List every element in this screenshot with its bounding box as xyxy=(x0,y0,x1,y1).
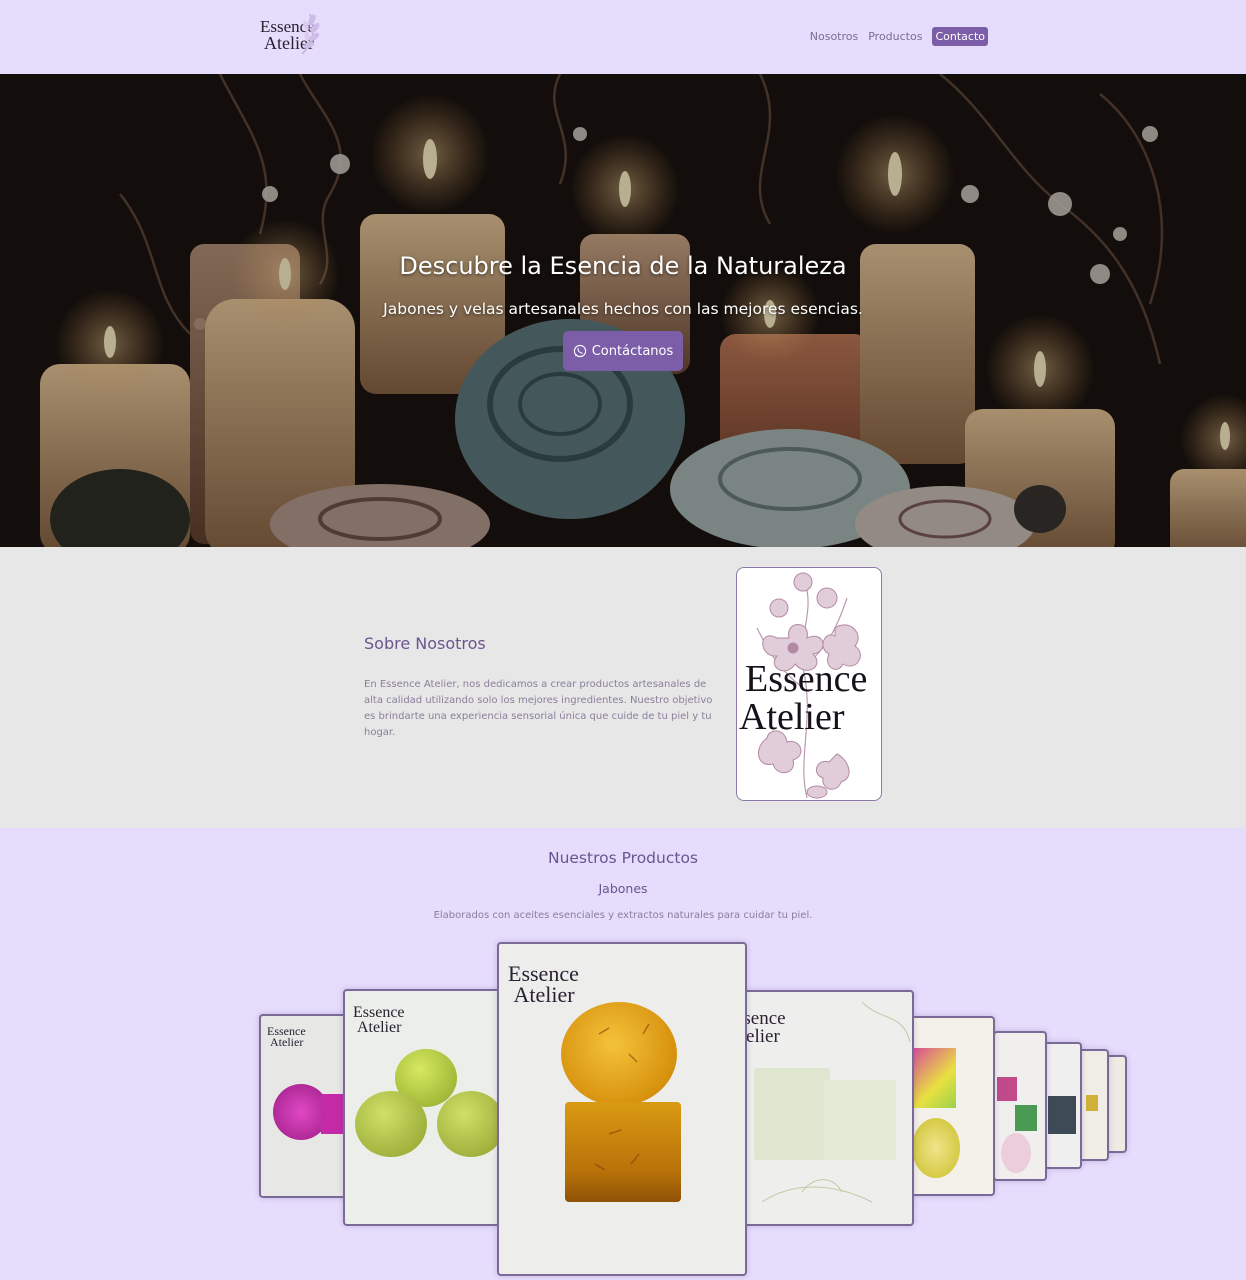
product-card[interactable]: Essence Atelier xyxy=(343,989,505,1226)
hero-subtitle: Jabones y velas artesanales hechos con l… xyxy=(383,300,863,318)
product-card[interactable] xyxy=(1044,1042,1082,1169)
hero-title: Descubre la Esencia de la Naturaleza xyxy=(399,252,847,280)
about-title: Sobre Nosotros xyxy=(364,634,486,653)
nav-item-productos[interactable]: Productos xyxy=(868,27,922,46)
contact-button[interactable]: Contáctanos xyxy=(563,331,683,371)
about-section: Sobre Nosotros En Essence Atelier, nos d… xyxy=(0,547,1246,828)
contact-button-label: Contáctanos xyxy=(591,343,674,359)
nav-item-contacto[interactable]: Contacto xyxy=(932,27,988,46)
products-section: Nuestros Productos Jabones Elaborados co… xyxy=(0,828,1246,1280)
about-logo-line2: Atelier xyxy=(739,696,845,738)
product-card[interactable] xyxy=(993,1031,1047,1181)
whatsapp-icon xyxy=(573,344,586,358)
laurel-icon xyxy=(301,13,320,55)
product-card[interactable] xyxy=(1078,1049,1109,1161)
brand-logo[interactable]: Essence Atelier xyxy=(258,12,322,60)
product-card-featured[interactable]: Essence Atelier xyxy=(497,942,747,1276)
about-text: En Essence Atelier, nos dedicamos a crea… xyxy=(364,679,713,738)
about-logo-image: Essence Atelier xyxy=(736,567,882,801)
about-logo-line1: Essence xyxy=(745,658,868,700)
product-card[interactable]: Essence Atelier xyxy=(259,1014,353,1198)
products-description: Elaborados con aceites esenciales y extr… xyxy=(433,910,813,921)
soap-petals-texture xyxy=(594,1023,650,1171)
nav-item-nosotros[interactable]: Nosotros xyxy=(810,27,858,46)
product-card[interactable] xyxy=(908,1016,995,1196)
navbar: Essence Atelier Nosotros Productos Conta… xyxy=(0,0,1246,74)
products-category: Jabones xyxy=(598,881,648,896)
product-card[interactable]: ssence telier xyxy=(740,990,914,1226)
nav-links: Nosotros Productos Contacto xyxy=(810,27,988,46)
products-title: Nuestros Productos xyxy=(547,849,699,867)
leaf-decoration-icon xyxy=(761,1001,911,1203)
hero-section: Descubre la Esencia de la Naturaleza Jab… xyxy=(0,74,1246,547)
